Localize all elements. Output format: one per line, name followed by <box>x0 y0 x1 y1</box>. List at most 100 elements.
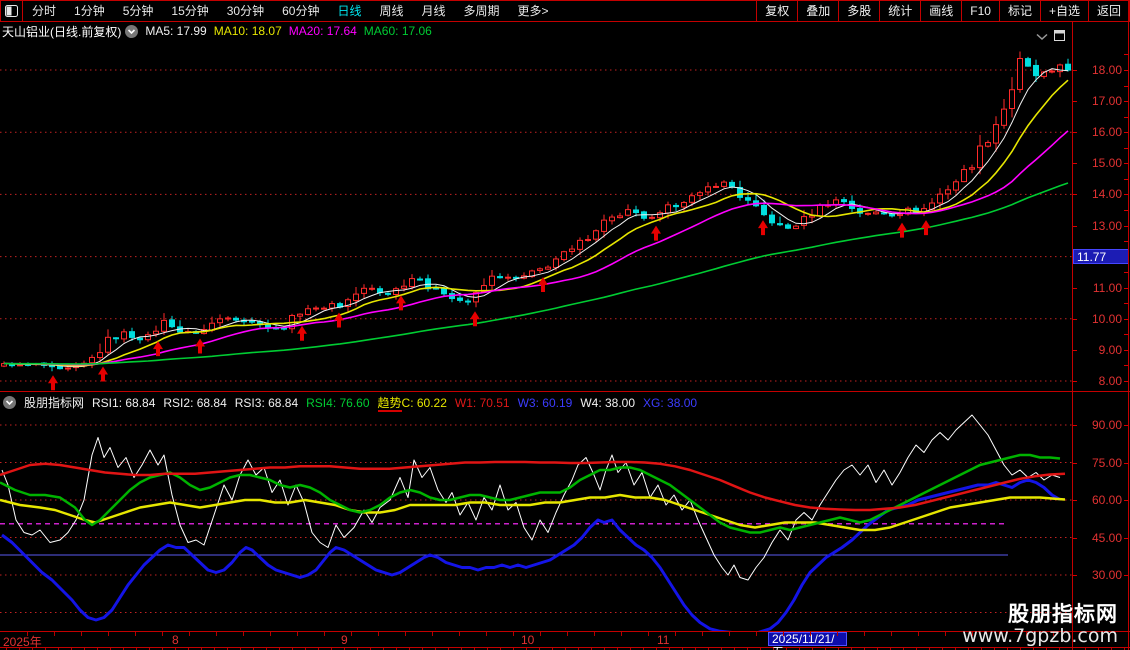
indicator-values: RSI1: 68.84 RSI2: 68.84 RSI3: 68.84 RSI4: 7… <box>84 394 697 412</box>
ma-legend-item: MA10: 18.07 <box>213 24 282 38</box>
main-candlestick-chart[interactable] <box>0 40 1072 391</box>
button-huaxian[interactable]: 画线 <box>920 1 961 21</box>
tab-fenshi[interactable]: 分时 <box>23 1 65 21</box>
date-minor-tick <box>513 632 514 636</box>
toolbar-buttons: 复权 叠加 多股 统计 画线 F10 标记 +自选 返回 <box>756 1 1129 21</box>
indicator-value: 趋势C: 60.22 <box>377 395 447 412</box>
ma-legend: MA5: 17.99 MA10: 18.07 MA20: 17.64 MA60: 17… <box>138 22 432 40</box>
price-axis-label: 10.00 <box>1091 311 1122 326</box>
date-minor-tick <box>567 632 568 636</box>
button-fanhui[interactable]: 返回 <box>1087 1 1129 21</box>
date-minor-tick <box>351 632 352 636</box>
date-minor-tick <box>621 632 622 636</box>
date-minor-tick <box>675 632 676 636</box>
tab-multi[interactable]: 多周期 <box>455 1 509 21</box>
indicator-value: RSI4: 76.60 <box>306 395 370 410</box>
date-minor-tick <box>756 632 757 636</box>
price-axis-label: 18.00 <box>1091 63 1122 77</box>
date-minor-tick <box>702 632 703 636</box>
tab-more[interactable]: 更多> <box>509 1 558 21</box>
date-minor-tick <box>594 632 595 636</box>
indicator-value: RSI2: 68.84 <box>163 395 227 410</box>
button-f10[interactable]: F10 <box>961 1 999 21</box>
indicator-value: XG: 38.00 <box>643 395 698 410</box>
price-axis-label: 9.00 <box>1098 342 1122 357</box>
indicator-value: W1: 70.51 <box>454 395 510 410</box>
price-axis-label: 11.00 <box>1092 280 1122 295</box>
price-axis-label: 17.00 <box>1091 94 1122 109</box>
date-axis: 2025/11/21/五 2025年891011 <box>0 632 1130 650</box>
indicator-source-label: 股朋指标网 <box>24 396 85 410</box>
stock-title: 天山铝业(日线.前复权) <box>2 24 122 39</box>
watermark-site-name: 股朋指标网 <box>1008 603 1118 626</box>
date-minor-tick <box>243 632 244 636</box>
button-biaoji[interactable]: 标记 <box>998 1 1040 21</box>
indicator-header: 股朋指标网 RSI1: 68.84 RSI2: 68.84 RSI3: 68.84 R… <box>0 393 1072 412</box>
button-zixuan[interactable]: +自选 <box>1039 1 1088 21</box>
tab-m60[interactable]: 60分钟 <box>273 1 328 21</box>
collapse-chevron-icon[interactable] <box>125 24 139 38</box>
price-axis-label: 15.00 <box>1091 156 1122 171</box>
date-minor-tick <box>783 632 784 636</box>
date-minor-tick <box>864 632 865 636</box>
button-duogu[interactable]: 多股 <box>838 1 879 21</box>
indicator-axis-label: 45.00 <box>1091 530 1122 545</box>
price-axis-label: 14.00 <box>1091 187 1122 202</box>
indicator-axis-label: 30.00 <box>1091 568 1122 582</box>
tab-m1[interactable]: 1分钟 <box>65 1 114 21</box>
pane-divider <box>0 391 1130 392</box>
date-minor-tick <box>297 632 298 636</box>
tab-daily[interactable]: 日线 <box>328 1 370 21</box>
indicator-value: RSI1: 68.84 <box>92 395 156 410</box>
indicator-axis-label: 75.00 <box>1091 455 1122 470</box>
period-toolbar: 分时 1分钟 5分钟 15分钟 30分钟 60分钟 日线 周线 月线 多周期 更多> 复权 叠加 多股统… <box>0 0 1130 22</box>
button-fuquan[interactable]: 复权 <box>756 1 797 21</box>
rsi-indicator-chart[interactable] <box>0 412 1072 636</box>
watermark-site-url: www.7gpzb.com <box>962 625 1118 647</box>
date-minor-tick <box>108 632 109 636</box>
indicator-axis-label: 90.00 <box>1091 418 1122 432</box>
date-minor-tick <box>729 632 730 636</box>
tab-weekly[interactable]: 周线 <box>370 1 412 21</box>
date-minor-tick <box>216 632 217 636</box>
indicator-value: W3: 60.19 <box>517 395 573 410</box>
date-minor-tick <box>945 632 946 636</box>
tab-m30[interactable]: 30分钟 <box>218 1 273 21</box>
window-right-border <box>1128 0 1129 650</box>
tab-m5[interactable]: 5分钟 <box>114 1 163 21</box>
date-minor-tick <box>918 632 919 636</box>
button-diejia[interactable]: 叠加 <box>797 1 838 21</box>
collapse-chevron-icon[interactable] <box>3 396 16 409</box>
date-minor-tick <box>891 632 892 636</box>
date-minor-tick <box>324 632 325 636</box>
selected-date-badge: 2025/11/21/五 <box>768 632 847 650</box>
indicator-value: RSI3: 68.84 <box>234 395 299 410</box>
date-minor-tick <box>162 632 163 636</box>
axis-divider <box>1072 22 1073 650</box>
period-tabs: 分时 1分钟 5分钟 15分钟 30分钟 60分钟 日线 周线 月线 多周期 更多> <box>23 1 558 21</box>
date-minor-tick <box>837 632 838 636</box>
date-minor-tick <box>648 632 649 636</box>
trading-app-window: 分时 1分钟 5分钟 15分钟 30分钟 60分钟 日线 周线 月线 多周期 更多> 复权 叠加 多股统… <box>0 0 1130 650</box>
tab-m15[interactable]: 15分钟 <box>162 1 217 21</box>
ma-legend-item: MA60: 17.06 <box>363 24 432 38</box>
button-tongji[interactable]: 统计 <box>879 1 920 21</box>
date-tick-label: 11 <box>657 633 670 647</box>
date-minor-tick <box>81 632 82 636</box>
date-minor-tick <box>135 632 136 636</box>
date-tick-label: 8 <box>172 633 179 647</box>
ma-legend-item: MA5: 17.99 <box>145 24 207 38</box>
date-minor-tick <box>432 632 433 636</box>
date-minor-tick <box>54 632 55 636</box>
date-minor-tick <box>270 632 271 636</box>
last-price-marker: 11.77 <box>1073 248 1129 264</box>
price-axis-label: 8.00 <box>1098 374 1122 388</box>
layout-split-icon[interactable] <box>1 1 23 21</box>
indicator-axis: 90.00 75.00 60.00 45.00 30.00 <box>1072 412 1130 632</box>
price-axis-label: 16.00 <box>1091 125 1122 140</box>
price-axis: 18.00 17.00 16.00 15.00 14.00 13.00 11.00 10.00… <box>1072 22 1130 391</box>
date-minor-tick <box>459 632 460 636</box>
date-minor-tick <box>486 632 487 636</box>
date-minor-tick <box>540 632 541 636</box>
tab-monthly[interactable]: 月线 <box>413 1 455 21</box>
